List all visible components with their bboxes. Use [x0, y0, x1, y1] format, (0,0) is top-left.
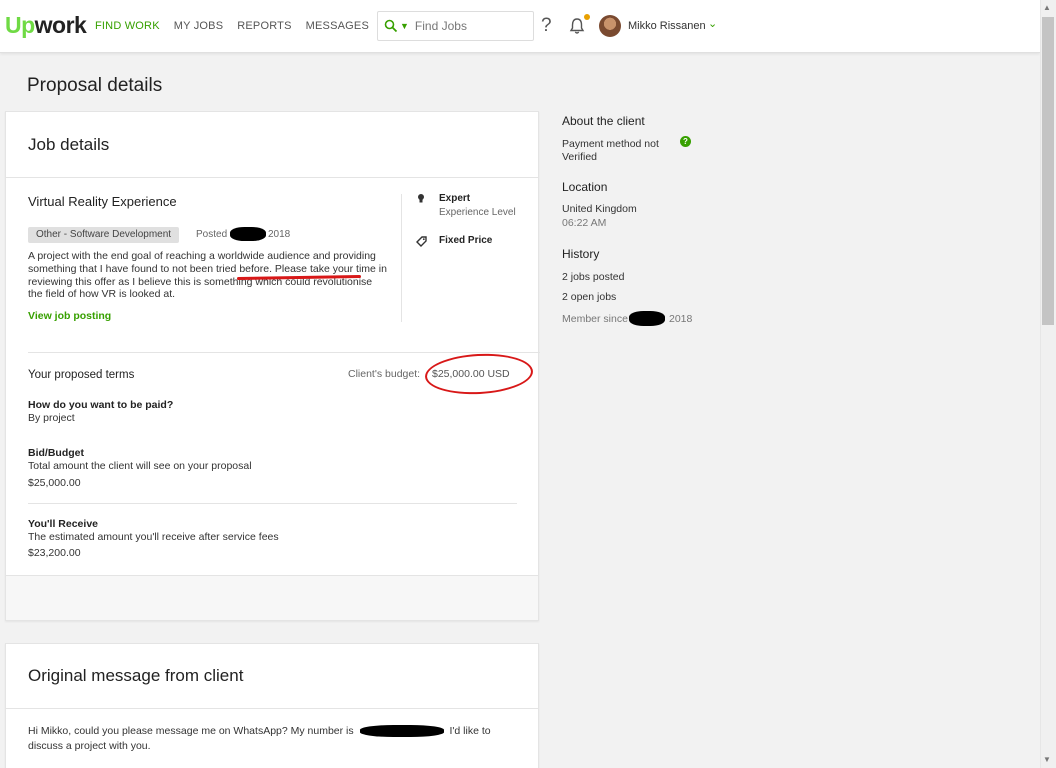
top-navigation-bar: Upwork FIND WORK MY JOBS REPORTS MESSAGE… — [0, 0, 1040, 53]
original-message-card: Original message from client Hi Mikko, c… — [5, 643, 539, 768]
red-circle-annotation — [424, 351, 534, 397]
main-nav: FIND WORK MY JOBS REPORTS MESSAGES — [95, 20, 383, 32]
experience-level-sublabel: Experience Level — [439, 207, 516, 218]
about-client-title: About the client — [562, 114, 645, 128]
redacted-member-date — [629, 311, 665, 326]
scrollbar-thumb[interactable] — [1042, 17, 1054, 325]
redacted-phone-number — [359, 725, 444, 738]
view-job-posting-link[interactable]: View job posting — [28, 310, 111, 322]
client-country: United Kingdom — [562, 203, 637, 215]
posted-year: 2018 — [268, 229, 291, 240]
vertical-divider — [401, 194, 402, 322]
search-input[interactable]: Find Jobs — [415, 19, 467, 33]
nav-reports[interactable]: REPORTS — [237, 20, 291, 32]
you-receive-description: The estimated amount you'll receive afte… — [28, 531, 279, 543]
divider — [6, 177, 538, 178]
location-title: Location — [562, 180, 608, 194]
logo-up-text: Up — [5, 12, 35, 38]
payment-method-status: Payment method not Verified — [562, 138, 659, 163]
page-title: Proposal details — [27, 75, 163, 96]
user-avatar[interactable] — [599, 15, 621, 37]
job-details-card: Job details Virtual Reality Experience O… — [5, 111, 540, 621]
divider — [6, 708, 538, 709]
scroll-down-arrow-icon[interactable]: ▼ — [1043, 755, 1051, 764]
upwork-logo[interactable]: Upwork — [5, 12, 87, 39]
client-message: Hi Mikko, could you please message me on… — [28, 724, 518, 754]
user-menu-chevron-icon[interactable]: ⌄ — [708, 17, 717, 30]
job-details-title: Job details — [28, 135, 110, 154]
nav-my-jobs[interactable]: MY JOBS — [174, 20, 224, 32]
client-budget-label: Client's budget: — [348, 368, 421, 380]
client-local-time: 06:22 AM — [562, 217, 607, 229]
you-receive-label: You'll Receive — [28, 518, 98, 530]
proposed-terms-title: Your proposed terms — [28, 369, 135, 381]
card-footer — [6, 576, 538, 620]
price-tag-icon — [416, 236, 427, 247]
jobs-posted: 2 jobs posted — [562, 271, 625, 283]
bid-budget-value: $25,000.00 — [28, 477, 81, 489]
scroll-up-arrow-icon[interactable]: ▲ — [1043, 3, 1051, 12]
history-title: History — [562, 247, 600, 261]
notification-dot — [584, 14, 590, 20]
original-message-title: Original message from client — [28, 666, 244, 685]
nav-messages[interactable]: MESSAGES — [306, 20, 369, 32]
search-icon[interactable] — [384, 19, 398, 33]
divider — [28, 503, 517, 504]
divider — [28, 352, 540, 353]
member-since-label: Member since — [562, 313, 628, 325]
experience-level-icon — [418, 194, 424, 203]
search-box[interactable]: ▼ Find Jobs — [377, 11, 534, 41]
help-icon[interactable]: ? — [541, 15, 552, 37]
nav-find-work[interactable]: FIND WORK — [95, 20, 160, 32]
bid-budget-description: Total amount the client will see on your… — [28, 460, 252, 472]
member-since-year: 2018 — [669, 313, 693, 325]
payment-help-icon[interactable]: ? — [680, 136, 691, 147]
you-receive-value: $23,200.00 — [28, 547, 81, 559]
category-tag: Other - Software Development — [28, 227, 180, 243]
search-scope-chevron-icon[interactable]: ▼ — [400, 21, 409, 31]
job-title: Virtual Reality Experience — [28, 194, 177, 209]
payment-answer: By project — [28, 412, 75, 424]
bid-budget-label: Bid/Budget — [28, 447, 84, 459]
open-jobs: 2 open jobs — [562, 291, 617, 303]
posted-label: Posted — [196, 229, 228, 240]
logo-work-text: work — [34, 12, 87, 38]
notification-bell-icon[interactable] — [569, 17, 585, 35]
experience-level: Expert — [439, 193, 471, 204]
payment-question: How do you want to be paid? — [28, 399, 174, 411]
message-text-before: Hi Mikko, could you please message me on… — [28, 725, 354, 737]
redacted-date — [230, 227, 266, 241]
price-type: Fixed Price — [439, 235, 493, 246]
user-name[interactable]: Mikko Rissanen — [628, 20, 706, 32]
